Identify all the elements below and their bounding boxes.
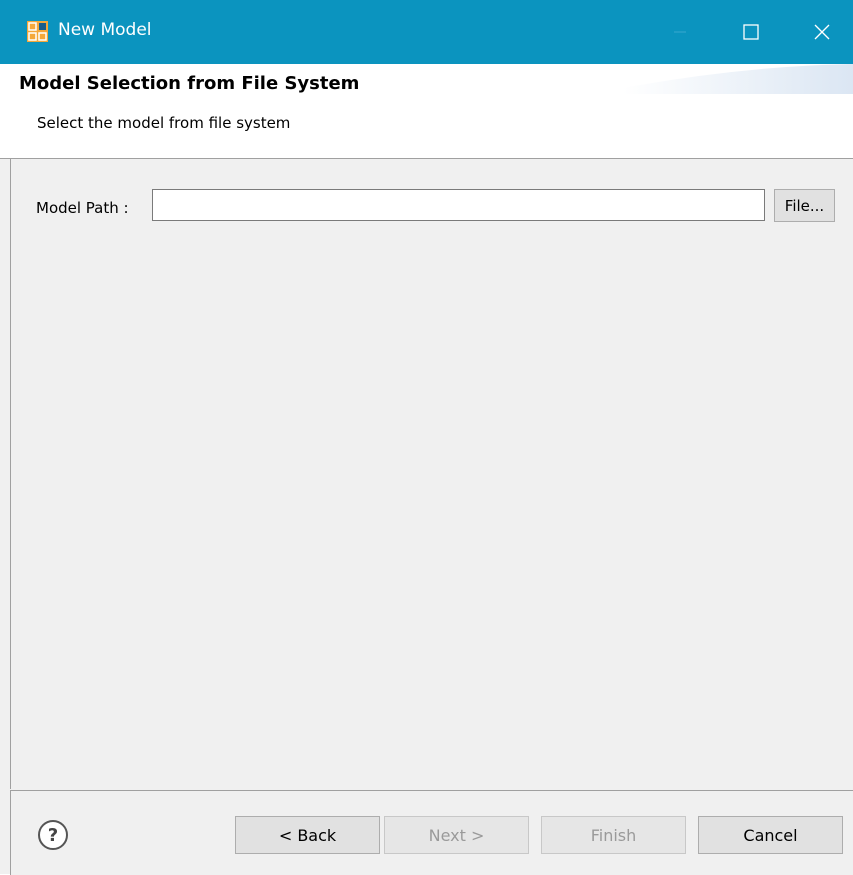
svg-text:?: ? <box>48 825 58 846</box>
window-title: New Model <box>58 20 152 40</box>
close-icon <box>814 24 830 40</box>
title-bar[interactable]: New Model <box>0 0 853 64</box>
model-path-input[interactable] <box>152 189 765 221</box>
model-app-icon <box>27 21 48 42</box>
back-button[interactable]: < Back <box>235 816 380 854</box>
wizard-body <box>10 159 853 789</box>
maximize-button[interactable] <box>719 0 783 64</box>
new-model-dialog: New Model Model Selection from File Syst… <box>0 0 853 875</box>
maximize-icon <box>743 24 759 40</box>
minimize-icon <box>674 31 686 33</box>
next-button[interactable]: Next > <box>384 816 529 854</box>
cancel-button[interactable]: Cancel <box>698 816 843 854</box>
file-browse-button[interactable]: File... <box>774 189 835 222</box>
banner-decoration <box>623 64 853 94</box>
model-path-label: Model Path : <box>36 199 129 217</box>
finish-button[interactable]: Finish <box>541 816 686 854</box>
help-icon[interactable]: ? <box>37 819 69 851</box>
minimize-button[interactable] <box>648 0 712 64</box>
page-description: Select the model from file system <box>37 114 291 132</box>
page-title: Model Selection from File System <box>19 73 360 94</box>
wizard-header: Model Selection from File System Select … <box>0 64 853 159</box>
close-button[interactable] <box>790 0 853 64</box>
